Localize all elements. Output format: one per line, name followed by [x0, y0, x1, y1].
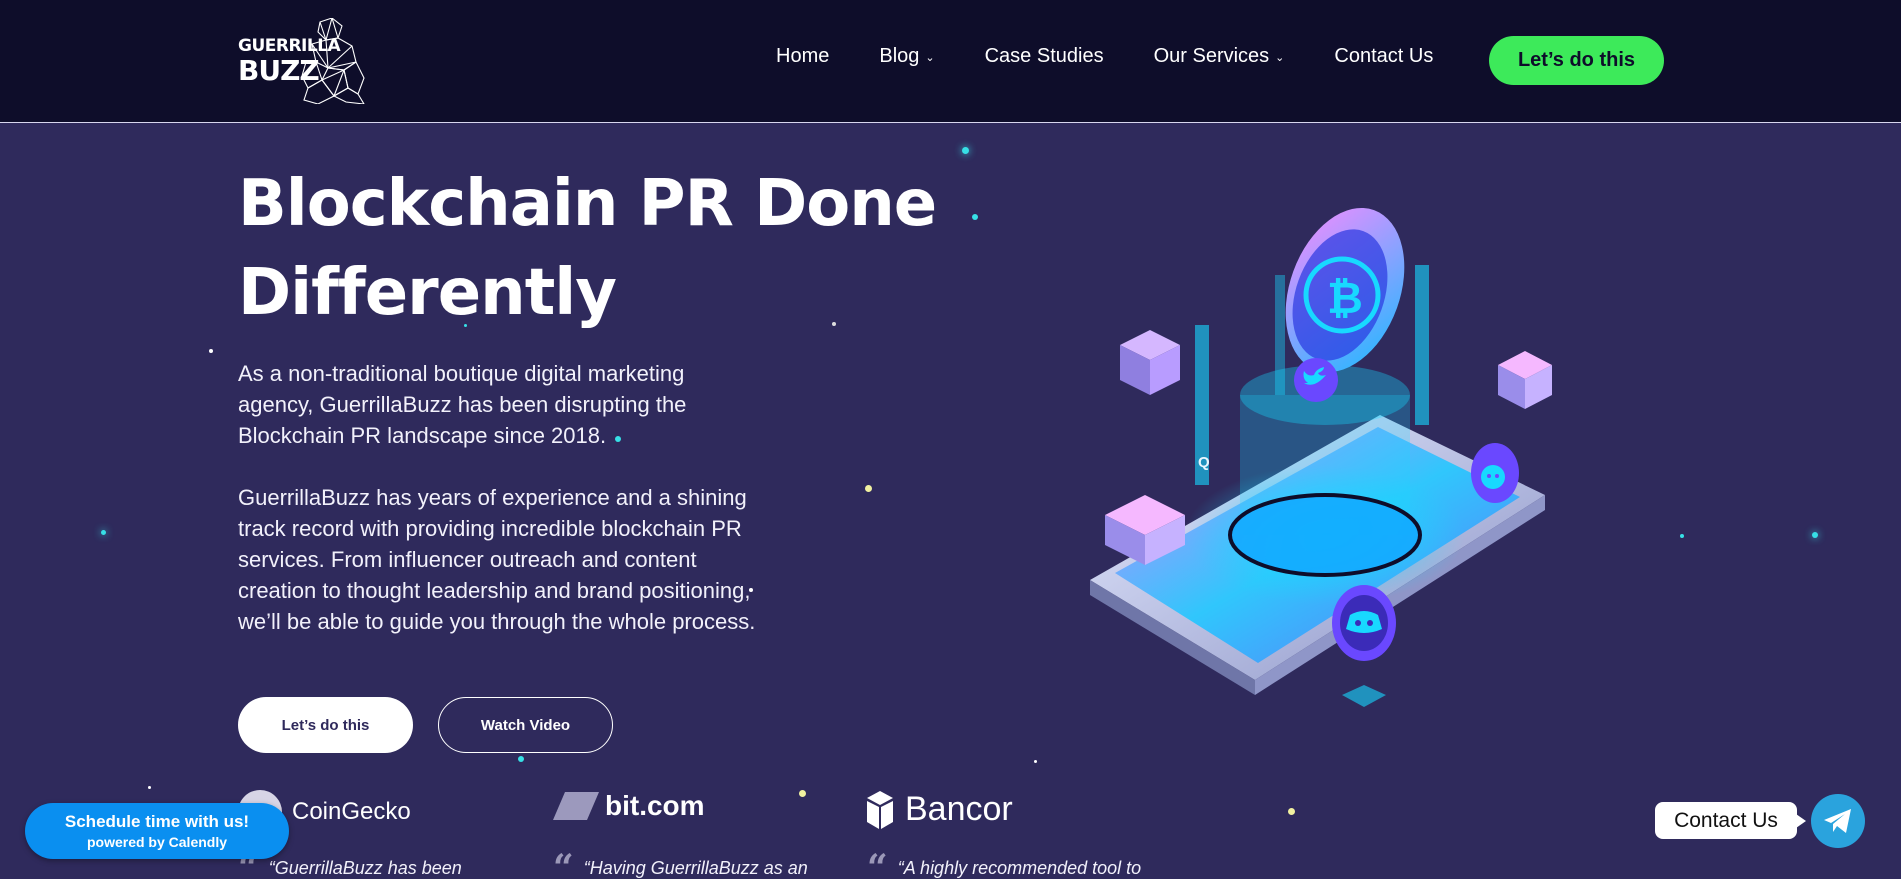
svg-text:₿: ₿: [1327, 273, 1363, 324]
testimonial-quote: “ “Having GuerrillaBuzz as an: [553, 847, 808, 879]
nav-item-label: Home: [776, 45, 830, 67]
hero-title-line1: Blockchain PR Done: [238, 167, 937, 241]
bitcom-icon: [553, 792, 599, 820]
calendly-title: Schedule time with us!: [64, 812, 250, 831]
watch-video-button[interactable]: Watch Video: [438, 697, 613, 753]
nav-item-home[interactable]: Home: [776, 45, 829, 68]
quote-text: “Having GuerrillaBuzz as an: [583, 858, 808, 878]
lets-do-this-nav-button[interactable]: Let’s do this: [1489, 36, 1664, 85]
quote-text: “A highly recommended tool to: [897, 858, 1142, 878]
nav-item-our-services[interactable]: Our Services ⌄: [1154, 45, 1285, 68]
chevron-down-icon: ⌄: [925, 52, 935, 64]
reddit-icon: [1471, 443, 1519, 503]
hero-title-line2: Differently: [238, 256, 617, 330]
contact-us-tooltip[interactable]: Contact Us: [1655, 802, 1806, 839]
nav-item-case-studies[interactable]: Case Studies: [985, 45, 1104, 68]
nav-item-contact-us[interactable]: Contact Us: [1334, 45, 1433, 68]
nav-item-label: Our Services: [1153, 45, 1270, 67]
twitter-icon: [1294, 358, 1338, 402]
hero-paragraph-intro: As a non-traditional boutique digital ma…: [238, 361, 687, 448]
chevron-down-icon: ⌄: [1275, 52, 1285, 64]
nav-item-blog[interactable]: Blog ⌄: [879, 45, 934, 68]
main-menu: Home Blog ⌄ Case Studies Our Services ⌄ …: [776, 45, 1433, 68]
nav-item-label: Blog: [879, 45, 920, 67]
lets-do-this-button[interactable]: Let’s do this: [238, 697, 413, 753]
hero-paragraph-details: GuerrillaBuzz has years of experience an…: [238, 485, 756, 634]
guerrillabuzz-logo[interactable]: GUERRILLA BUZZ: [238, 18, 366, 104]
telegram-chat-button[interactable]: [1811, 794, 1865, 848]
quote-mark-icon: “: [238, 847, 259, 879]
bitcom-logo: bit.com: [553, 790, 705, 822]
calendly-schedule-button[interactable]: Schedule time with us! powered by Calend…: [25, 803, 289, 859]
testimonial-quote: “ “A highly recommended tool to: [867, 847, 1142, 879]
brand-name: bit.com: [605, 790, 705, 821]
calendly-subtitle: powered by Calendly: [86, 834, 228, 850]
quote-mark-icon: “: [867, 847, 888, 879]
testimonial-quote: “ “GuerrillaBuzz has been: [238, 847, 462, 879]
discord-icon: [1332, 585, 1396, 707]
nav-item-label: Contact Us: [1334, 45, 1434, 67]
telegram-icon: [1824, 809, 1851, 833]
gorilla-icon: [301, 18, 365, 104]
quote-mark-icon: “: [553, 847, 574, 879]
hero-title: Blockchain PR Done Differently: [238, 160, 938, 338]
bancor-logo: Bancor: [867, 790, 1013, 829]
brand-name: Bancor: [905, 790, 1013, 828]
nav-item-label: Case Studies: [984, 45, 1104, 67]
illustration-q-label: Q: [1198, 454, 1210, 471]
blockchain-phone-illustration: Q ₿: [1080, 195, 1580, 740]
bancor-icon: [867, 790, 893, 829]
top-navigation: GUERRILLA BUZZ Home Blog ⌄ Case Studies …: [0, 0, 1901, 123]
bitcoin-icon: ₿: [1285, 207, 1405, 373]
brand-name: CoinGecko: [292, 798, 411, 825]
quote-text: “GuerrillaBuzz has been: [268, 858, 462, 878]
